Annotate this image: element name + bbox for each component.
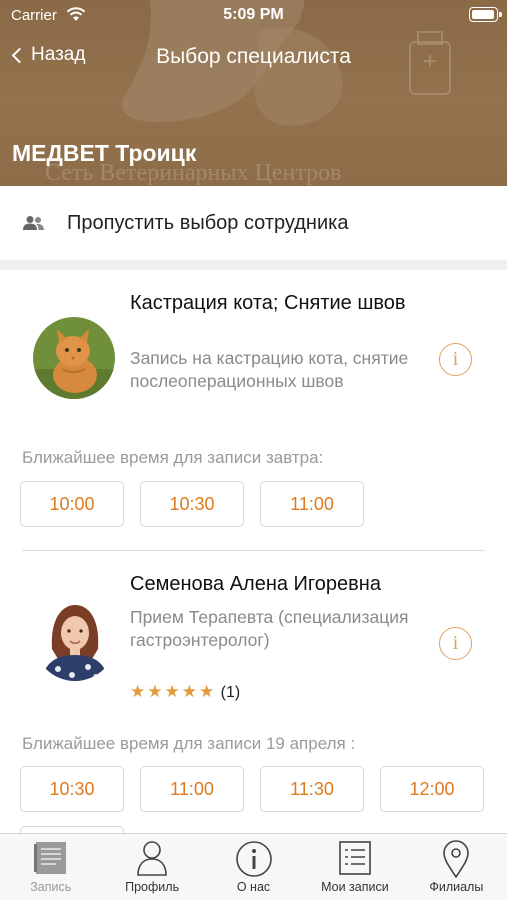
time-slot-button[interactable]: 11:30: [260, 766, 364, 812]
specialist-photo: [34, 599, 116, 681]
info-circle-icon: [235, 841, 272, 877]
nearest-time-label: Ближайшее время для записи 19 апреля :: [22, 734, 356, 753]
time-slot-button-partial[interactable]: [20, 826, 124, 833]
specialists-list[interactable]: Кастрация кота; Снятие швов Запись на ка…: [0, 270, 507, 833]
tab-branches[interactable]: Филиалы: [406, 834, 507, 900]
clinic-name: МЕДВЕТ Троицк: [12, 140, 197, 166]
time-slot-button[interactable]: 10:30: [140, 481, 244, 527]
cat-photo: [33, 317, 115, 399]
time-slot-button[interactable]: 10:30: [20, 766, 124, 812]
tab-bar: Запись Профиль О нас Мои записи Филиалы: [0, 833, 507, 900]
status-time: 5:09 PM: [223, 6, 284, 23]
tab-about-label: О нас: [236, 880, 271, 894]
specialist-description: Запись на кастрацию кота, снятие послеоп…: [130, 348, 409, 391]
tab-my-appointments[interactable]: Мои записи: [304, 834, 405, 900]
tab-booking-label: Запись: [30, 880, 72, 894]
info-icon[interactable]: i: [439, 627, 472, 660]
status-bar: Carrier 5:09 PM: [0, 0, 507, 30]
card-divider: [22, 550, 485, 551]
avatar: [33, 317, 115, 399]
page-title: Выбор специалиста: [156, 45, 351, 68]
rating-count: (1): [220, 684, 241, 701]
time-slot-button[interactable]: 11:00: [140, 766, 244, 812]
rating: ★★★★★ (1): [130, 682, 240, 702]
info-icon[interactable]: i: [439, 343, 472, 376]
specialist-name: Кастрация кота; Снятие швов: [130, 292, 406, 314]
avatar: [34, 599, 116, 681]
book-icon: [33, 842, 66, 874]
tab-my-appointments-label: Мои записи: [321, 880, 389, 894]
tab-booking[interactable]: Запись: [0, 834, 101, 900]
battery-icon: [469, 7, 502, 22]
tab-about[interactable]: О нас: [203, 834, 304, 900]
specialist-name: Семенова Алена Игоревна: [130, 573, 381, 595]
rating-stars: ★★★★★: [130, 682, 217, 701]
skip-employee-selection-row[interactable]: Пропустить выбор сотрудника: [0, 186, 507, 260]
time-slot-button[interactable]: 11:00: [260, 481, 364, 527]
section-separator: [0, 260, 507, 270]
specialist-description: Прием Терапевта (специализация гастроэнт…: [130, 607, 409, 650]
nearest-time-label: Ближайшее время для записи завтра:: [22, 448, 324, 467]
people-icon: [23, 216, 44, 230]
skip-employee-label: Пропустить выбор сотрудника: [67, 211, 349, 234]
person-icon: [137, 841, 167, 876]
tab-profile-label: Профиль: [125, 880, 180, 894]
tab-branches-label: Филиалы: [429, 880, 484, 894]
tab-profile[interactable]: Профиль: [101, 834, 202, 900]
map-pin-icon: [443, 840, 470, 878]
header: Сеть Ветеринарных Центров Carrier 5:09 P…: [0, 0, 507, 186]
time-slot-button[interactable]: 12:00: [380, 766, 484, 812]
list-icon: [339, 841, 371, 875]
time-slot-button[interactable]: 10:00: [20, 481, 124, 527]
